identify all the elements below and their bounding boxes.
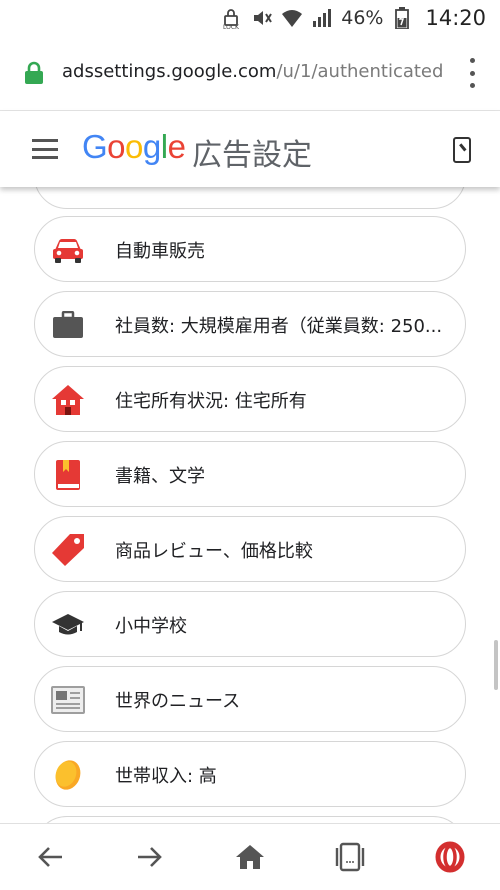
tabs-icon[interactable] xyxy=(333,840,367,874)
book-icon xyxy=(51,458,85,492)
newspaper-icon xyxy=(51,683,85,717)
briefcase-icon xyxy=(51,308,85,342)
interest-label: 住宅所有状況: 住宅所有 xyxy=(115,391,307,412)
google-logo[interactable]: Google xyxy=(82,128,186,166)
list-item-partial[interactable] xyxy=(34,816,466,823)
forward-icon[interactable] xyxy=(133,840,167,874)
wifi-icon xyxy=(281,7,303,29)
graduation-cap-icon xyxy=(51,608,85,642)
secure-lock-icon[interactable] xyxy=(23,61,45,85)
interest-label: 商品レビュー、価格比較 xyxy=(115,541,313,562)
interest-label: 世界のニュース xyxy=(115,691,241,712)
interest-item[interactable]: 自動車販売 xyxy=(34,216,466,282)
address-bar[interactable]: adssettings.google.com/u/1/authenticated xyxy=(0,36,500,111)
more-options-icon[interactable] xyxy=(462,58,482,88)
mute-icon xyxy=(251,7,273,29)
battery-icon xyxy=(391,7,413,29)
interest-item[interactable]: 小中学校 xyxy=(34,591,466,657)
house-icon xyxy=(51,383,85,417)
interest-item[interactable]: 社員数: 大規模雇用者（従業員数: 250... xyxy=(34,291,466,357)
clock: 14:20 xyxy=(425,6,486,30)
interest-label: 書籍、文学 xyxy=(115,466,205,487)
interest-item[interactable]: 世界のニュース xyxy=(34,666,466,732)
opera-icon[interactable] xyxy=(433,840,467,874)
home-icon[interactable] xyxy=(233,840,267,874)
interests-list: 自動車販売 社員数: 大規模雇用者（従業員数: 250... 住宅所有状況: 住… xyxy=(0,187,500,823)
list-item-partial[interactable] xyxy=(34,187,466,209)
status-bar: LOCK 46% 14:20 xyxy=(0,0,500,36)
interest-item[interactable]: 住宅所有状況: 住宅所有 xyxy=(34,366,466,432)
url-path: /u/1/authenticated xyxy=(276,61,444,82)
interest-item[interactable]: 世帯収入: 高 xyxy=(34,741,466,807)
signal-icon xyxy=(311,7,333,29)
url-host: adssettings.google.com xyxy=(62,61,277,82)
url-text[interactable]: adssettings.google.com/u/1/authenticated xyxy=(62,61,443,82)
page-title: 広告設定 xyxy=(192,138,312,173)
svg-text:LOCK: LOCK xyxy=(223,24,240,29)
interest-label: 社員数: 大規模雇用者（従業員数: 250... xyxy=(115,316,443,337)
lock-screen-icon: LOCK xyxy=(221,7,243,29)
car-icon xyxy=(51,233,85,267)
menu-icon[interactable] xyxy=(32,139,58,159)
back-icon[interactable] xyxy=(33,840,67,874)
bottom-navigation xyxy=(0,823,500,890)
battery-percent: 46% xyxy=(341,7,384,29)
interest-item[interactable]: 書籍、文学 xyxy=(34,441,466,507)
app-header: Google 広告設定 xyxy=(0,111,500,187)
price-tag-icon xyxy=(51,533,85,567)
interest-label: 小中学校 xyxy=(115,616,187,637)
device-shortcut-icon[interactable] xyxy=(453,137,471,163)
interest-label: 世帯収入: 高 xyxy=(115,766,217,787)
scrollbar-thumb[interactable] xyxy=(494,640,498,690)
coin-icon xyxy=(51,758,85,792)
interest-label: 自動車販売 xyxy=(115,241,205,262)
interest-item[interactable]: 商品レビュー、価格比較 xyxy=(34,516,466,582)
